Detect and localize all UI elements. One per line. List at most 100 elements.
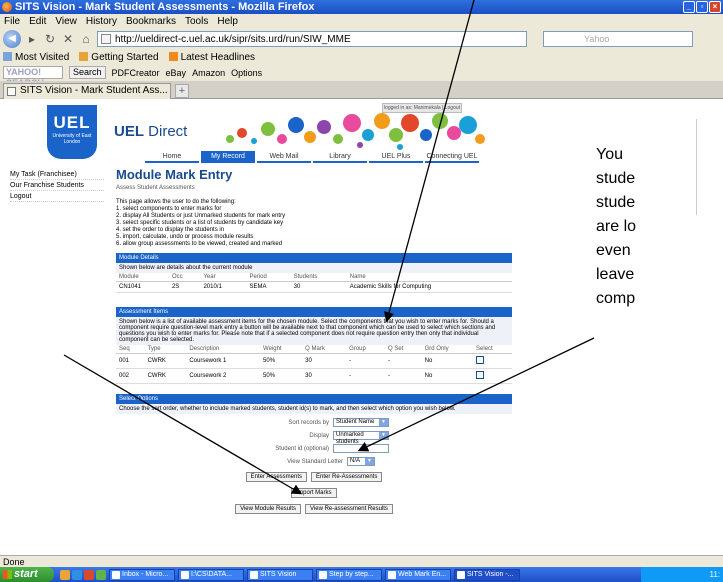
firefox-icon: [457, 570, 465, 579]
quick-launch-icon[interactable]: [72, 569, 82, 580]
menu-edit[interactable]: Edit: [29, 16, 46, 27]
folder-icon: [181, 570, 189, 579]
select-checkbox-coursework-2[interactable]: [476, 371, 485, 379]
stop-icon[interactable]: ✕: [61, 32, 75, 46]
enter-assessments-button[interactable]: Enter Assessments: [245, 472, 307, 482]
app-icon: [250, 570, 258, 579]
module-details-table: Module Occ Year Period Students Name CN1…: [116, 273, 512, 293]
menu-bookmarks[interactable]: Bookmarks: [126, 16, 176, 27]
menu-view[interactable]: View: [55, 16, 77, 27]
task-inbox[interactable]: Inbox - Micro...: [109, 568, 175, 581]
letter-select[interactable]: N/A ▼: [347, 457, 375, 466]
app-icon: [388, 570, 396, 579]
pdfcreator-link[interactable]: PDFCreator: [112, 68, 160, 78]
home-icon[interactable]: ⌂: [79, 32, 93, 46]
quick-launch: [60, 569, 106, 580]
new-tab-button[interactable]: +: [175, 84, 189, 98]
page-title: Module Mark Entry: [116, 167, 233, 182]
close-button[interactable]: ×: [709, 1, 721, 13]
task-step-by-step[interactable]: Step by step...: [316, 568, 382, 581]
app-icon: [112, 570, 120, 579]
nav-uel-plus[interactable]: UEL Plus: [369, 151, 423, 163]
ebay-link[interactable]: eBay: [166, 68, 187, 78]
task-web-mark-entry[interactable]: Web Mark En...: [385, 568, 451, 581]
navigation-toolbar: ◀ ▸ ↻ ✕ ⌂ http://ueldirect-c.uel.ac.uk/s…: [0, 28, 723, 50]
sort-row: Sort records by Student Name ▼: [116, 418, 512, 427]
minimize-button[interactable]: _: [683, 1, 695, 13]
yahoo-toolbar: YAHOO! SEARCH Search PDFCreator eBay Ama…: [0, 64, 723, 88]
select-options-header: Select Options: [116, 394, 512, 404]
forward-icon[interactable]: ▸: [25, 32, 39, 46]
assessment-items-table: Seq Type Description Weight Q Mark Group…: [116, 345, 512, 384]
yahoo-search-input[interactable]: YAHOO! SEARCH: [3, 66, 63, 88]
back-button[interactable]: ◀: [3, 30, 21, 48]
status-bar: Done: [0, 555, 723, 567]
letter-row: View Standard Letter N/A ▼: [116, 457, 512, 466]
page-icon: [7, 87, 16, 96]
module-details-note: Shown below are details about the curren…: [116, 263, 512, 273]
task-sits-vision[interactable]: SITS Vision: [247, 568, 313, 581]
bookmark-getting-started[interactable]: Getting Started: [79, 51, 159, 63]
start-button[interactable]: start: [0, 567, 54, 582]
firefox-icon: [2, 2, 12, 12]
assessment-items-header: Assessment Items: [116, 307, 512, 317]
nav-my-record[interactable]: My Record: [201, 151, 255, 163]
bookmark-most-visited[interactable]: Most Visited: [3, 51, 69, 63]
task-data-folder[interactable]: I:\CS\DATA...: [178, 568, 244, 581]
reload-icon[interactable]: ↻: [43, 32, 57, 46]
menu-history[interactable]: History: [86, 16, 117, 27]
app-icon: [319, 570, 327, 579]
table-row: CN1041 2S 2010/1 SEMA 30 Academic Skills…: [116, 281, 512, 293]
uel-logo: UEL University of East London: [47, 105, 97, 159]
maximize-button[interactable]: ▫: [696, 1, 708, 13]
annotation-callout: You stude stude are lo even leave comp: [596, 146, 637, 307]
rss-icon: [168, 51, 178, 61]
bookmark-latest-headlines[interactable]: Latest Headlines: [168, 51, 255, 63]
quick-launch-icon[interactable]: [84, 569, 94, 580]
select-checkbox-coursework-1[interactable]: [476, 356, 485, 364]
taskbar: start Inbox - Micro... I:\CS\DATA... SIT…: [0, 567, 723, 582]
enter-reassessments-button[interactable]: Enter Re-Assessments: [311, 472, 383, 482]
module-details-header: Module Details: [116, 253, 512, 263]
nav-web-mail[interactable]: Web Mail: [257, 151, 311, 163]
tab-strip: SITS Vision - Mark Student Ass... +: [0, 81, 723, 99]
window-title: SITS Vision - Mark Student Assessments -…: [15, 1, 315, 13]
windows-flag-icon: [3, 570, 12, 579]
quick-launch-icon[interactable]: [96, 569, 106, 580]
window-title-bar: SITS Vision - Mark Student Assessments -…: [0, 0, 723, 14]
menu-file[interactable]: File: [4, 16, 20, 27]
leftnav-franchise-students[interactable]: Our Franchise Students: [10, 180, 104, 191]
view-reassessment-results-button[interactable]: View Re-assessment Results: [305, 504, 393, 514]
search-input[interactable]: Yahoo: [543, 31, 693, 47]
portal-brand: UEL Direct: [114, 123, 188, 140]
nav-home[interactable]: Home: [145, 151, 199, 163]
url-bar[interactable]: http://ueldirect-c.uel.ac.uk/sipr/sits.u…: [97, 31, 527, 47]
nav-library[interactable]: Library: [313, 151, 367, 163]
clock: 11:: [709, 570, 720, 579]
tab-sits-vision[interactable]: SITS Vision - Mark Student Ass...: [3, 83, 171, 99]
sort-select[interactable]: Student Name ▼: [333, 418, 389, 427]
view-module-results-button[interactable]: View Module Results: [235, 504, 301, 514]
page-subtitle: Assess Student Assessments: [116, 185, 195, 191]
left-navigation: My Task (Franchisee) Our Franchise Stude…: [10, 169, 104, 202]
display-select[interactable]: Unmarked students ▼: [333, 431, 389, 445]
import-marks-button[interactable]: Import Marks: [291, 488, 337, 498]
chevron-down-icon: ▼: [365, 458, 374, 465]
chevron-down-icon: ▼: [379, 432, 388, 439]
quick-launch-icon[interactable]: [60, 569, 70, 580]
yahoo-search-button[interactable]: Search: [69, 66, 106, 79]
amazon-link[interactable]: Amazon: [192, 68, 225, 78]
menu-help[interactable]: Help: [217, 16, 238, 27]
menu-tools[interactable]: Tools: [185, 16, 208, 27]
nav-connecting-uel[interactable]: Connecting UEL: [425, 151, 479, 163]
leftnav-logout[interactable]: Logout: [10, 191, 104, 202]
select-options-note: Choose the sort order, whether to includ…: [116, 404, 512, 414]
task-sits-vision-active[interactable]: SITS Vision -...: [454, 568, 520, 581]
folder-icon: [3, 51, 12, 61]
url-text: http://ueldirect-c.uel.ac.uk/sipr/sits.u…: [115, 33, 351, 45]
page-icon: [101, 34, 111, 44]
options-link[interactable]: Options: [231, 68, 262, 78]
leftnav-my-task[interactable]: My Task (Franchisee): [10, 169, 104, 180]
bookmarks-toolbar: Most Visited Getting Started Latest Head…: [0, 50, 723, 64]
table-row: 002 CWRK Coursework 2 50% 30 - - No: [116, 368, 512, 384]
